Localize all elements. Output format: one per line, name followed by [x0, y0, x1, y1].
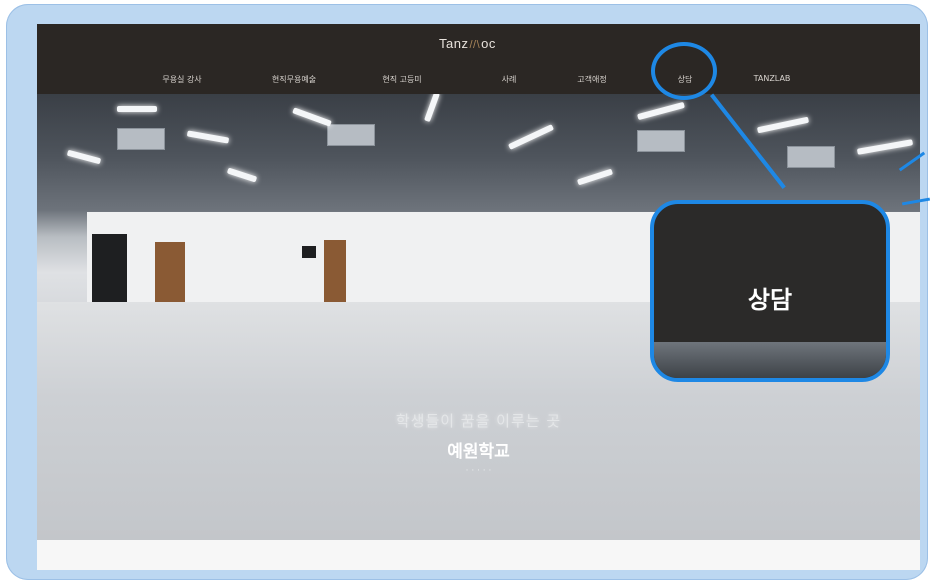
- nav-item-tanzlab[interactable]: TANZLAB: [754, 74, 791, 83]
- callout-background-fragment: [654, 342, 886, 378]
- site-logo[interactable]: Tanz//\oc: [439, 36, 529, 56]
- ceiling-ac-unit: [637, 130, 685, 152]
- hero-subtext: · · · · ·: [465, 466, 492, 476]
- logo-text-left: Tanz: [439, 36, 469, 51]
- top-navbar: Tanz//\oc 무용실 강사 현직무용예술 현직 고등미 사례 고객애정 상…: [37, 24, 920, 94]
- highlight-circle: [651, 42, 717, 100]
- ceiling-light: [856, 139, 914, 155]
- ceiling-light: [292, 107, 332, 127]
- nav-item-current-highschool[interactable]: 현직 고등미: [382, 74, 421, 85]
- slide-indicator[interactable]: [427, 531, 527, 533]
- page-bottom-strip: [37, 540, 920, 570]
- ceiling-light: [226, 167, 258, 183]
- ceiling-light: [424, 94, 440, 123]
- dark-doorway: [92, 234, 127, 304]
- zoom-callout: 상담: [650, 200, 890, 382]
- ceiling-light: [576, 168, 614, 186]
- ceiling-light: [66, 149, 102, 165]
- logo-text-right: oc: [481, 36, 496, 51]
- logo-mark: //\: [469, 39, 481, 51]
- ceiling-light: [117, 106, 157, 112]
- hero-tagline: 학생들이 꿈을 이루는 곳: [395, 412, 562, 430]
- ceiling-light: [186, 130, 230, 144]
- ceiling-ac-unit: [327, 124, 375, 146]
- hero-title: 예원학교: [447, 442, 510, 462]
- ceiling-ac-unit: [117, 128, 165, 150]
- wooden-door: [324, 240, 346, 302]
- ceiling-light: [637, 101, 685, 121]
- nav-item-current-artists[interactable]: 현직무용예술: [272, 74, 316, 85]
- wooden-door: [155, 242, 185, 302]
- ceiling-ac-unit: [787, 146, 835, 168]
- ceiling-light: [507, 124, 555, 150]
- nav-item-instructors[interactable]: 무용실 강사: [162, 74, 201, 85]
- callout-label-consultation: 상담: [747, 286, 793, 314]
- nav-item-customers[interactable]: 고객애정: [577, 74, 606, 85]
- ceiling-light: [756, 116, 810, 134]
- nav-item-cases[interactable]: 사례: [502, 74, 517, 85]
- wall-screen: [302, 246, 316, 258]
